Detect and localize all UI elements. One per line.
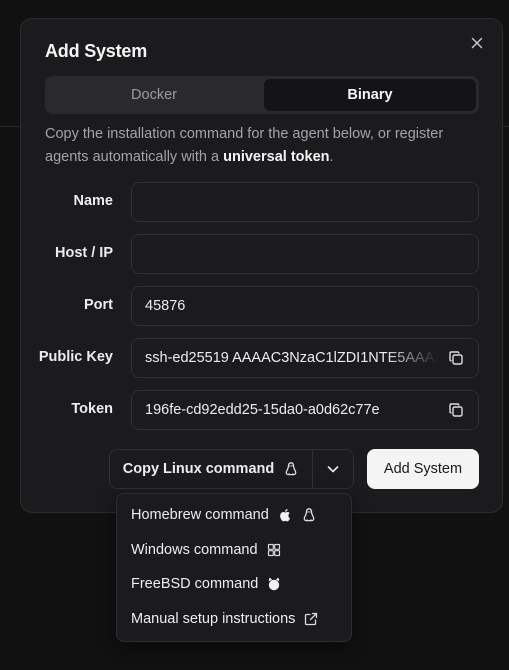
tab-binary[interactable]: Binary (264, 79, 476, 111)
close-icon[interactable] (469, 35, 485, 51)
token-field[interactable]: 196fe-cd92edd25-15da0-a0d62c77e (131, 390, 479, 430)
linux-icon (283, 461, 299, 477)
name-field[interactable] (131, 182, 479, 222)
dialog-title: Add System (45, 41, 148, 61)
host-field[interactable] (131, 234, 479, 274)
windows-icon (266, 542, 282, 558)
linux-icon (301, 507, 317, 523)
name-label: Name (73, 193, 114, 209)
add-system-dialog: Add System Docker Binary Copy the instal… (20, 18, 503, 513)
menu-item-label: Windows command (131, 541, 258, 558)
token-label: Token (71, 401, 113, 417)
port-field[interactable]: 45876 (131, 286, 479, 326)
port-label: Port (84, 297, 113, 313)
menu-item-manual-setup[interactable]: Manual setup instructions (117, 602, 351, 637)
freebsd-icon (266, 576, 282, 592)
menu-item-label: FreeBSD command (131, 576, 259, 593)
menu-item-label: Manual setup instructions (131, 610, 296, 627)
chevron-down-icon (325, 461, 341, 477)
external-link-icon (303, 611, 319, 627)
copy-icon[interactable] (448, 402, 464, 418)
install-method-tabs: Docker Binary (45, 76, 479, 114)
copy-linux-command-button[interactable]: Copy Linux command (110, 450, 313, 488)
public-key-label: Public Key (38, 349, 113, 365)
background-divider (0, 126, 22, 127)
menu-item-windows[interactable]: Windows command (117, 533, 351, 568)
command-dropdown-toggle[interactable] (313, 450, 353, 488)
tab-docker[interactable]: Docker (48, 79, 260, 111)
host-label: Host / IP (54, 245, 113, 261)
copy-linux-command-label: Copy Linux command (122, 461, 275, 477)
universal-token-emphasis: universal token (223, 149, 330, 165)
public-key-field[interactable]: ssh-ed25519 AAAAC3NzaC1lZDI1NTE5AAAAI (131, 338, 479, 378)
install-description: Copy the installation command for the ag… (45, 126, 444, 165)
add-system-button[interactable]: Add System (367, 449, 479, 489)
command-dropdown-menu: Homebrew command Windows command FreeBSD… (116, 493, 352, 642)
copy-command-split-button: Copy Linux command (109, 449, 354, 489)
menu-item-label: Homebrew command (131, 507, 269, 524)
copy-icon[interactable] (448, 350, 464, 366)
menu-item-homebrew[interactable]: Homebrew command (117, 498, 351, 533)
apple-icon (277, 507, 293, 523)
menu-item-freebsd[interactable]: FreeBSD command (117, 567, 351, 602)
